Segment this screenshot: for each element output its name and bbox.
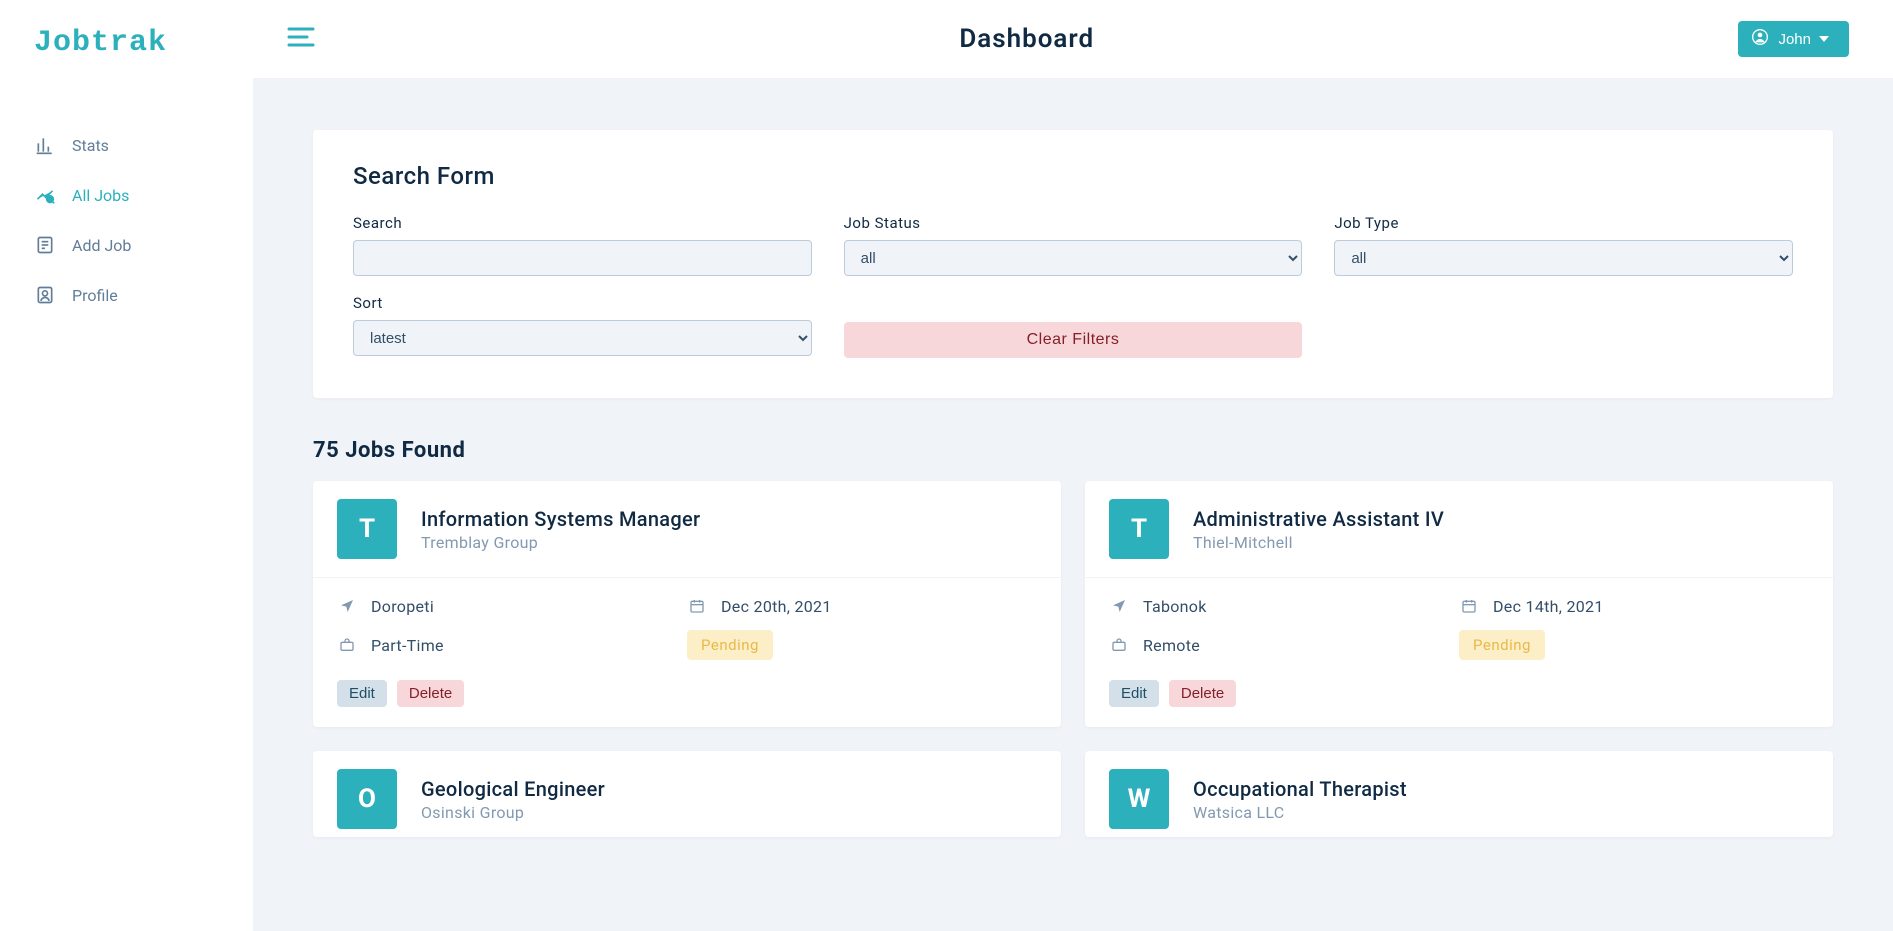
- sidebar: Jobtrak Stats All Jobs Add Job: [0, 0, 253, 931]
- sidebar-item-profile[interactable]: Profile: [0, 270, 253, 320]
- job-title: Geological Engineer: [421, 777, 605, 801]
- brand-text: Jobtrak: [34, 26, 167, 60]
- sort-field: Sort latest: [353, 294, 812, 358]
- job-date-text: Dec 20th, 2021: [721, 597, 832, 616]
- search-field: Search: [353, 214, 812, 276]
- search-form-heading: Search Form: [353, 162, 1793, 190]
- briefcase-icon: [337, 635, 357, 655]
- job-avatar: O: [337, 769, 397, 829]
- job-card: O Geological Engineer Osinski Group: [313, 751, 1061, 837]
- job-title: Administrative Assistant IV: [1193, 507, 1444, 531]
- status-select[interactable]: all: [844, 240, 1303, 276]
- caret-down-icon: [1819, 31, 1835, 48]
- job-type-text: Remote: [1143, 636, 1200, 655]
- profile-icon: [34, 284, 56, 306]
- job-card: W Occupational Therapist Watsica LLC: [1085, 751, 1833, 837]
- delete-button[interactable]: Delete: [1169, 680, 1236, 707]
- type-label: Job Type: [1334, 214, 1793, 232]
- page-title: Dashboard: [315, 24, 1738, 54]
- job-company: Thiel-Mitchell: [1193, 533, 1444, 552]
- type-select[interactable]: all: [1334, 240, 1793, 276]
- content-area: Search Form Search Job Status all Job Ty…: [253, 78, 1893, 931]
- add-job-icon: [34, 234, 56, 256]
- sidebar-item-label: Profile: [72, 286, 118, 305]
- job-company: Watsica LLC: [1193, 803, 1407, 822]
- job-avatar: T: [1109, 499, 1169, 559]
- search-input[interactable]: [353, 240, 812, 276]
- sort-select[interactable]: latest: [353, 320, 812, 356]
- all-jobs-icon: [34, 184, 56, 206]
- calendar-icon: [1459, 596, 1479, 616]
- job-status-wrap: Pending: [1459, 630, 1809, 660]
- jobs-grid: T Information Systems Manager Tremblay G…: [313, 481, 1833, 837]
- status-label: Job Status: [844, 214, 1303, 232]
- sidebar-item-label: All Jobs: [72, 186, 129, 205]
- job-title: Information Systems Manager: [421, 507, 700, 531]
- job-location: Tabonok: [1109, 596, 1459, 616]
- sort-label: Sort: [353, 294, 812, 312]
- results-count: 75 Jobs Found: [313, 438, 1833, 463]
- clear-filters-button[interactable]: Clear Filters: [844, 322, 1303, 358]
- briefcase-icon: [1109, 635, 1129, 655]
- job-location-text: Doropeti: [371, 597, 434, 616]
- job-title: Occupational Therapist: [1193, 777, 1407, 801]
- user-icon: [1752, 29, 1774, 49]
- job-type-text: Part-Time: [371, 636, 444, 655]
- delete-button[interactable]: Delete: [397, 680, 464, 707]
- user-menu-button[interactable]: John: [1738, 21, 1849, 57]
- job-company: Tremblay Group: [421, 533, 700, 552]
- sidebar-nav: Stats All Jobs Add Job Profile: [0, 120, 253, 320]
- job-location: Doropeti: [337, 596, 687, 616]
- sidebar-item-all-jobs[interactable]: All Jobs: [0, 170, 253, 220]
- status-badge: Pending: [687, 630, 773, 660]
- job-location-text: Tabonok: [1143, 597, 1207, 616]
- calendar-icon: [687, 596, 707, 616]
- location-icon: [337, 596, 357, 616]
- sidebar-item-label: Stats: [72, 136, 109, 155]
- edit-button[interactable]: Edit: [1109, 680, 1159, 707]
- sidebar-item-label: Add Job: [72, 236, 131, 255]
- clear-field: Clear Filters: [844, 294, 1303, 358]
- topbar: Dashboard John: [253, 0, 1893, 78]
- type-field: Job Type all: [1334, 214, 1793, 276]
- location-icon: [1109, 596, 1129, 616]
- search-label: Search: [353, 214, 812, 232]
- job-date-text: Dec 14th, 2021: [1493, 597, 1604, 616]
- job-avatar: T: [337, 499, 397, 559]
- job-type: Part-Time: [337, 630, 687, 660]
- status-field: Job Status all: [844, 214, 1303, 276]
- job-date: Dec 20th, 2021: [687, 596, 1037, 616]
- job-date: Dec 14th, 2021: [1459, 596, 1809, 616]
- stats-icon: [34, 134, 56, 156]
- job-card: T Information Systems Manager Tremblay G…: [313, 481, 1061, 727]
- user-name: John: [1778, 31, 1811, 48]
- job-status-wrap: Pending: [687, 630, 1037, 660]
- sidebar-item-stats[interactable]: Stats: [0, 120, 253, 170]
- job-card: T Administrative Assistant IV Thiel-Mitc…: [1085, 481, 1833, 727]
- job-type: Remote: [1109, 630, 1459, 660]
- sidebar-item-add-job[interactable]: Add Job: [0, 220, 253, 270]
- status-badge: Pending: [1459, 630, 1545, 660]
- job-company: Osinski Group: [421, 803, 605, 822]
- brand-logo: Jobtrak: [0, 0, 253, 82]
- search-form-card: Search Form Search Job Status all Job Ty…: [313, 130, 1833, 398]
- edit-button[interactable]: Edit: [337, 680, 387, 707]
- job-avatar: W: [1109, 769, 1169, 829]
- menu-toggle-button[interactable]: [287, 26, 315, 52]
